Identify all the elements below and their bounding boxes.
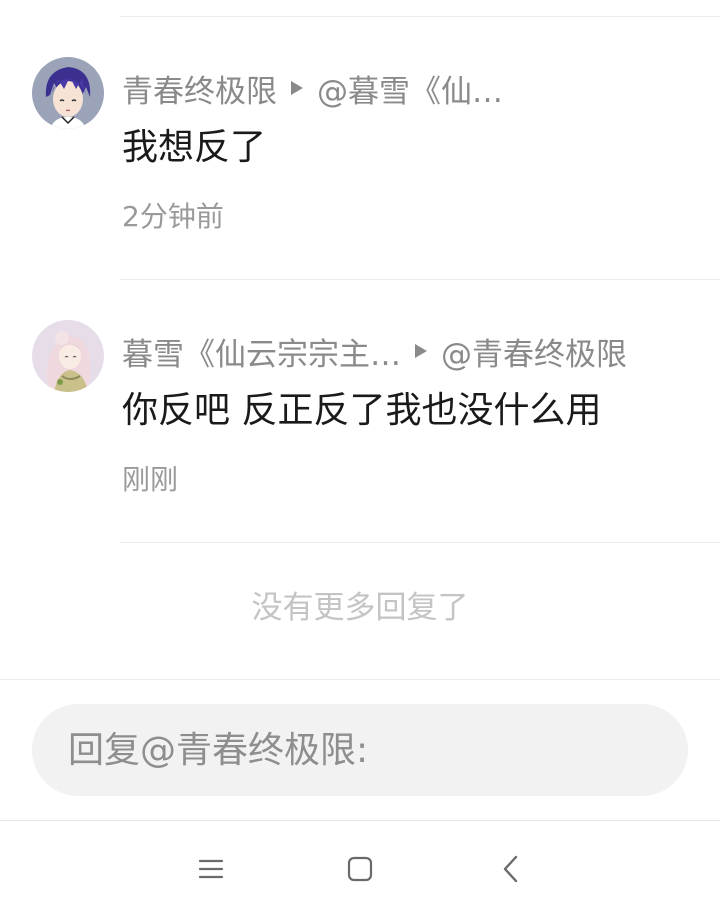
reply-arrow-icon [415, 344, 427, 358]
reply-box[interactable] [32, 704, 688, 796]
reply-target[interactable]: @暮雪《仙… [317, 66, 503, 111]
reply-arrow-icon [291, 81, 303, 95]
navigation-bar [0, 820, 720, 917]
reply-target[interactable]: @青春终极限 [441, 329, 627, 374]
comment-meta: 暮雪《仙云宗宗主… @青春终极限 [122, 329, 690, 373]
menu-icon [198, 859, 224, 879]
back-icon [503, 855, 518, 883]
author-name[interactable]: 青春终极限 [122, 66, 277, 111]
comment-text: 你反吧 反正反了我也没什么用 [122, 390, 602, 431]
avatar-image [32, 320, 104, 392]
divider [0, 679, 720, 680]
avatar[interactable] [32, 57, 104, 129]
home-icon [347, 856, 373, 882]
avatar[interactable] [32, 320, 104, 392]
no-more-replies: 没有更多回复了 [251, 590, 469, 626]
reply-input[interactable] [66, 728, 688, 772]
comment-text: 我想反了 [122, 127, 267, 168]
divider [120, 542, 720, 543]
author-name[interactable]: 暮雪《仙云宗宗主… [122, 329, 401, 374]
menu-button[interactable] [185, 843, 237, 895]
comment-time: 2分钟前 [122, 200, 224, 233]
comment-time: 刚刚 [122, 463, 179, 496]
comment-meta: 青春终极限 @暮雪《仙… [122, 66, 690, 110]
back-button[interactable] [485, 843, 537, 895]
divider [120, 16, 720, 17]
divider [120, 279, 720, 280]
home-button[interactable] [334, 843, 386, 895]
avatar-image [32, 57, 104, 129]
